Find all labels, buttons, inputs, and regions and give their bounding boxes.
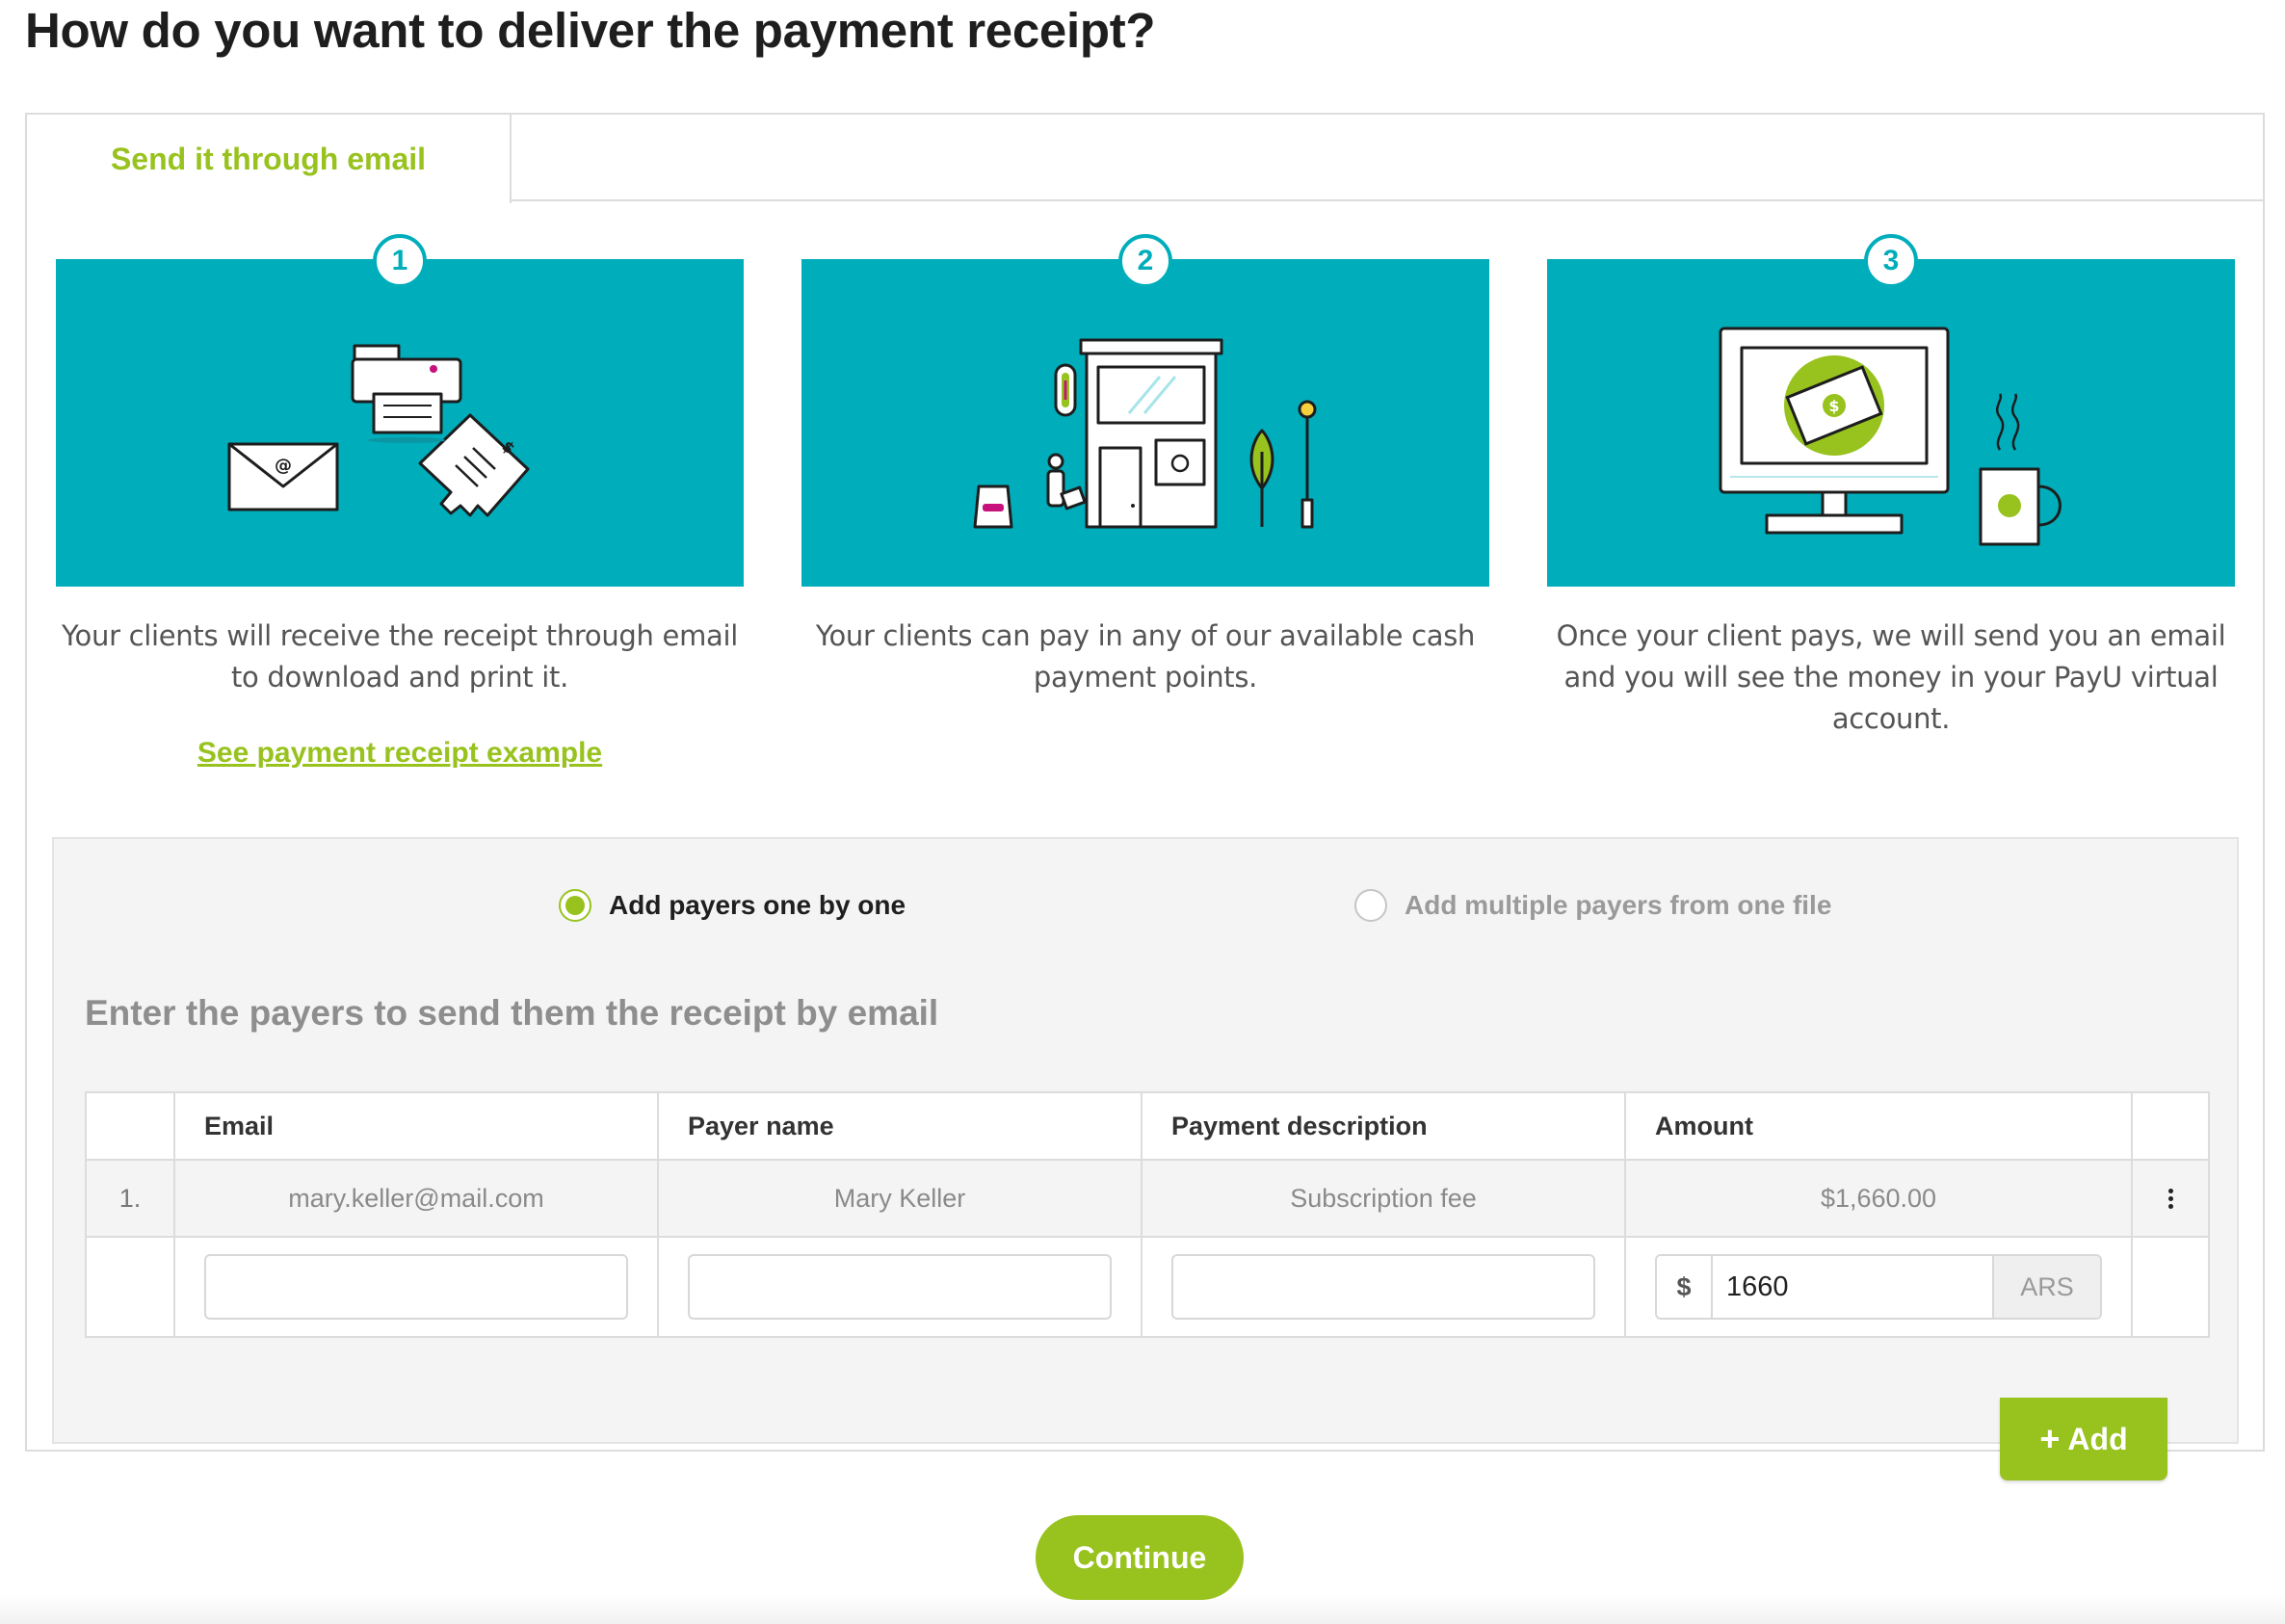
svg-text:$: $: [1828, 397, 1839, 415]
option-add-one-by-one-label: Add payers one by one: [609, 890, 906, 920]
more-options-icon[interactable]: [2167, 1188, 2173, 1209]
description-input[interactable]: [1171, 1254, 1595, 1320]
payers-section: Add payers one by one Add multiple payer…: [52, 837, 2239, 1480]
payers-section-title: Enter the payers to send them the receip…: [85, 993, 939, 1033]
header-payment-description: Payment description: [1142, 1093, 1626, 1159]
email-cell: [175, 1238, 659, 1336]
plus-icon: +: [2039, 1419, 2061, 1458]
step-1-number: 1: [373, 234, 427, 288]
step-3-text: Once your client pays, we will send you …: [1556, 619, 2226, 735]
option-add-from-file-label: Add multiple payers from one file: [1405, 890, 1832, 920]
svg-text:@: @: [275, 456, 292, 476]
step-2-number: 2: [1118, 234, 1172, 288]
currency-symbol: $: [1657, 1256, 1713, 1318]
step-1-card: @ $ 1: [56, 234, 744, 587]
see-receipt-example-link[interactable]: See payment receipt example: [56, 737, 744, 770]
new-row-actions: [2133, 1238, 2208, 1336]
add-payer-button[interactable]: + Add: [2000, 1398, 2167, 1480]
header-email: Email: [175, 1093, 659, 1159]
row-payer-name: Mary Keller: [659, 1161, 1142, 1236]
step-1: @ $ 1 Your clients will receive the rece…: [56, 234, 744, 770]
description-cell: [1142, 1238, 1626, 1336]
amount-input[interactable]: 1660: [1713, 1256, 1992, 1318]
row-number: 1.: [87, 1161, 175, 1236]
add-button-label: Add: [2067, 1421, 2128, 1456]
payers-table: Email Payer name Payment description Amo…: [85, 1091, 2210, 1338]
step-3-number: 3: [1864, 234, 1918, 288]
tab-label: Send it through email: [110, 141, 427, 176]
new-row-number: [87, 1238, 175, 1336]
email-input[interactable]: [204, 1254, 628, 1320]
new-payer-row: $ 1660 ARS: [87, 1238, 2208, 1336]
delivery-panel: Send it through email @ $ 1 Your clients…: [25, 113, 2265, 1480]
currency-code: ARS: [1992, 1256, 2100, 1318]
step-2: 2 Your clients can pay in any of our ava…: [801, 234, 1489, 698]
header-actions: [2133, 1093, 2208, 1159]
cash-payment-store-illustration: [973, 338, 1317, 529]
step-1-text: Your clients will receive the receipt th…: [61, 619, 739, 694]
row-menu-button[interactable]: [2133, 1161, 2208, 1236]
table-row: 1. mary.keller@mail.com Mary Keller Subs…: [87, 1161, 2208, 1238]
step-2-text: Your clients can pay in any of our avail…: [815, 619, 1476, 694]
option-add-one-by-one[interactable]: Add payers one by one: [559, 889, 906, 922]
radio-unselected-icon[interactable]: [1354, 889, 1387, 922]
option-add-from-file[interactable]: Add multiple payers from one file: [1354, 889, 1831, 922]
header-amount: Amount: [1626, 1093, 2133, 1159]
monitor-money-coffee-illustration: $: [1719, 327, 2062, 546]
radio-selected-icon[interactable]: [559, 889, 591, 922]
payer-name-input[interactable]: [688, 1254, 1112, 1320]
step-3: $ 3 Once your client pays, we will send …: [1547, 234, 2235, 740]
table-header-row: Email Payer name Payment description Amo…: [87, 1093, 2208, 1161]
step-2-card: 2: [801, 234, 1489, 587]
amount-input-group: $ 1660 ARS: [1655, 1254, 2102, 1320]
continue-button[interactable]: Continue: [1036, 1515, 1244, 1600]
tab-send-email[interactable]: Send it through email: [25, 113, 512, 203]
header-number: [87, 1093, 175, 1159]
row-amount: $1,660.00: [1626, 1161, 2133, 1236]
payer-name-cell: [659, 1238, 1142, 1336]
amount-cell: $ 1660 ARS: [1626, 1238, 2133, 1336]
step-3-card: $ 3: [1547, 234, 2235, 587]
header-payer-name: Payer name: [659, 1093, 1142, 1159]
row-description: Subscription fee: [1142, 1161, 1626, 1236]
email-printer-receipt-illustration: @ $: [227, 344, 530, 517]
row-email: mary.keller@mail.com: [175, 1161, 659, 1236]
tab-bar: Send it through email: [25, 113, 2263, 203]
page-title: How do you want to deliver the payment r…: [25, 3, 1156, 58]
